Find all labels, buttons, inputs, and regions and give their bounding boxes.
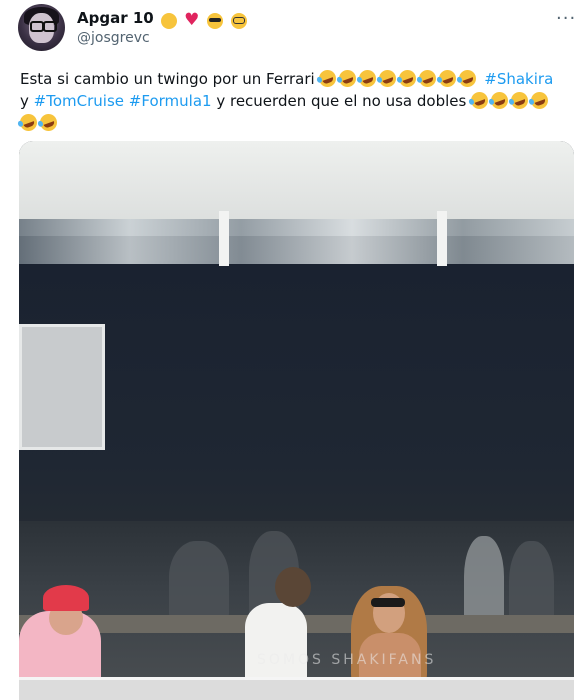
rofl-icon <box>37 111 60 134</box>
tweet-media-video[interactable]: SOMOS SHAKIFANS <box>19 141 574 700</box>
two-hearts-icon <box>184 10 200 30</box>
media-pole <box>437 211 447 266</box>
avatar[interactable] <box>18 4 65 51</box>
red-cap <box>43 585 89 611</box>
rofl-icon <box>457 67 479 90</box>
media-railing <box>19 677 574 700</box>
hashtag-tomcruise[interactable]: #TomCruise <box>34 92 124 110</box>
rofl-icon <box>468 89 491 112</box>
rofl-icon <box>488 89 511 112</box>
tweet-text-part2: y <box>20 92 29 110</box>
rofl-icon <box>17 111 40 134</box>
author-name[interactable]: Apgar 10 <box>77 9 249 30</box>
author-name-text[interactable]: Apgar 10 <box>77 9 154 27</box>
media-pole <box>219 211 229 266</box>
crowd-figure <box>464 536 504 626</box>
relieved-face-icon <box>160 12 177 29</box>
more-options-icon[interactable]: ··· <box>556 8 576 29</box>
tweet-text-part3: y recuerden que el no usa dobles <box>216 92 467 110</box>
author-emojis <box>160 10 249 30</box>
media-sign <box>19 324 105 450</box>
media-watermark: SOMOS SHAKIFANS <box>257 652 437 668</box>
hashtag-shakira[interactable]: #Shakira <box>484 70 553 88</box>
nerd-face-icon <box>230 12 247 29</box>
sunglasses <box>371 598 405 607</box>
media-banner <box>19 219 574 264</box>
author-handle[interactable]: @josgrevc <box>77 30 150 46</box>
crowd-figure <box>169 541 229 621</box>
tweet-text-part1: Esta si cambio un twingo por un Ferrari <box>20 70 315 88</box>
rofl-icon <box>528 89 551 112</box>
tweet-text: Esta si cambio un twingo por un Ferrari … <box>17 67 580 134</box>
person-head <box>275 567 311 607</box>
hashtag-formula1[interactable]: #Formula1 <box>129 92 212 110</box>
rofl-emoji-group-1 <box>317 67 479 90</box>
rofl-icon <box>508 89 531 112</box>
sunglasses-face-icon <box>207 12 224 29</box>
